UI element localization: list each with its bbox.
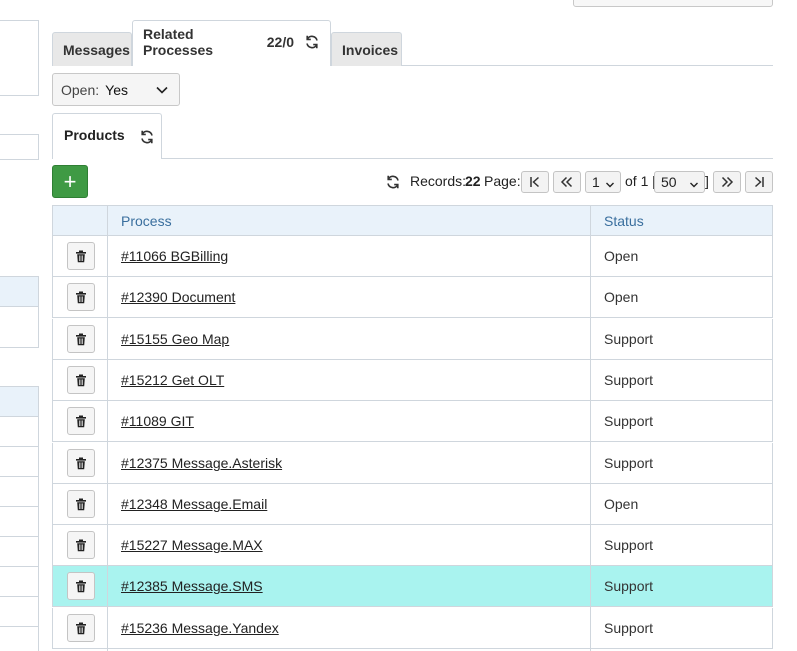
column-header-process[interactable]: Process (121, 213, 172, 229)
left-panel-input[interactable] (0, 134, 39, 160)
delete-button[interactable] (67, 325, 95, 353)
left-panel-row (0, 306, 39, 348)
process-link[interactable]: #11089 GIT (121, 413, 194, 429)
table-row[interactable]: #11066 BGBilling Open (52, 236, 773, 277)
status-cell: Support (604, 578, 654, 594)
status-cell: Support (604, 455, 654, 471)
status-cell: Support (604, 331, 654, 347)
trash-icon (76, 291, 86, 303)
trash-icon (76, 622, 86, 634)
left-panel-header (0, 276, 39, 307)
plus-icon: + (63, 168, 77, 194)
per-page-close-bracket: ] (705, 173, 709, 189)
page-select-value: 1 (592, 174, 600, 190)
delete-button[interactable] (67, 242, 95, 270)
status-cell: Support (604, 372, 654, 388)
delete-button[interactable] (67, 407, 95, 435)
add-button[interactable]: + (52, 165, 88, 198)
trash-icon (76, 580, 86, 592)
tab-related-processes-count: 22/0 (266, 33, 294, 50)
column-divider (107, 205, 108, 651)
trash-icon (76, 457, 86, 469)
delete-button[interactable] (67, 572, 95, 600)
top-right-control[interactable] (573, 0, 773, 7)
tab-messages-label: Messages (63, 41, 130, 58)
records-count: 22 (465, 173, 481, 189)
process-link[interactable]: #15236 Message.Yandex (121, 620, 279, 636)
page-select[interactable]: 1 (585, 171, 621, 193)
delete-button[interactable] (67, 614, 95, 642)
table-row[interactable]: #15155 Geo Map Support (52, 319, 773, 360)
tab-related-processes[interactable]: Related Processes 22/0 (132, 20, 331, 66)
status-cell: Support (604, 413, 654, 429)
tab-invoices-label: Invoices (342, 41, 399, 58)
last-page-button[interactable] (745, 171, 773, 193)
delete-button[interactable] (67, 449, 95, 477)
status-cell: Support (604, 537, 654, 553)
left-table-header (0, 386, 39, 417)
tab-messages[interactable]: Messages (52, 32, 132, 66)
refresh-icon[interactable] (304, 34, 320, 50)
tab-products[interactable]: Products (52, 113, 162, 159)
double-chevron-right-icon (721, 176, 734, 188)
delete-button[interactable] (67, 490, 95, 518)
status-cell: Open (604, 496, 639, 512)
process-link[interactable]: #11066 BGBilling (121, 248, 228, 264)
records-label: Records: (410, 173, 467, 189)
left-panel-box (0, 20, 39, 96)
process-link[interactable]: #12385 Message.SMS (121, 578, 263, 594)
chevron-down-icon (155, 83, 169, 100)
tab-products-label: Products (64, 126, 125, 143)
chevron-down-icon (605, 177, 615, 193)
first-page-icon (530, 176, 540, 188)
double-chevron-left-icon (560, 176, 573, 188)
tab-related-processes-label: Related Processes (143, 25, 214, 58)
table-row[interactable]: #11089 GIT Support (52, 401, 773, 442)
last-page-icon (754, 176, 764, 188)
prev-page-button[interactable] (553, 171, 581, 193)
table-row[interactable]: #12385 Message.SMS Support (52, 566, 773, 607)
status-cell: Open (604, 289, 639, 305)
table-row[interactable]: #12375 Message.Asterisk Support (52, 443, 773, 484)
chevron-down-icon (689, 177, 699, 193)
first-page-button[interactable] (521, 171, 549, 193)
status-cell: Support (604, 620, 654, 636)
per-page-value: 50 (661, 174, 677, 190)
table-row[interactable]: #12390 Document Open (52, 277, 773, 318)
column-header-status[interactable]: Status (604, 213, 644, 229)
open-filter-label: Open: (61, 81, 100, 98)
open-filter-value: Yes (105, 81, 128, 98)
process-link[interactable]: #15227 Message.MAX (121, 537, 263, 553)
trash-icon (76, 415, 86, 427)
next-page-button[interactable] (713, 171, 741, 193)
table-row[interactable]: #12348 Message.Email Open (52, 484, 773, 525)
table-row[interactable]: #15236 Message.Yandex Support (52, 608, 773, 649)
process-link[interactable]: #12348 Message.Email (121, 496, 267, 512)
per-page-select[interactable]: 50 (654, 171, 705, 193)
pager-refresh-icon[interactable] (385, 174, 401, 193)
open-filter-select[interactable]: Open: Yes (52, 73, 180, 106)
column-divider (590, 205, 591, 651)
page-label: Page: (484, 173, 521, 189)
page-of-text: of 1 [ (625, 173, 657, 189)
trash-icon (76, 498, 86, 510)
trash-icon (76, 539, 86, 551)
left-table-rows (0, 417, 39, 651)
process-link[interactable]: #12375 Message.Asterisk (121, 455, 282, 471)
process-link[interactable]: #12390 Document (121, 289, 235, 305)
trash-icon (76, 374, 86, 386)
process-link[interactable]: #15155 Geo Map (121, 331, 229, 347)
trash-icon (76, 333, 86, 345)
delete-button[interactable] (67, 283, 95, 311)
process-link[interactable]: #15212 Get OLT (121, 372, 224, 388)
table-row[interactable]: #15227 Message.MAX Support (52, 525, 773, 566)
table-row[interactable]: #15212 Get OLT Support (52, 360, 773, 401)
trash-icon (76, 250, 86, 262)
delete-button[interactable] (67, 366, 95, 394)
tab-invoices[interactable]: Invoices (331, 32, 402, 66)
status-cell: Open (604, 248, 639, 264)
delete-button[interactable] (67, 531, 95, 559)
refresh-icon[interactable] (139, 129, 155, 145)
